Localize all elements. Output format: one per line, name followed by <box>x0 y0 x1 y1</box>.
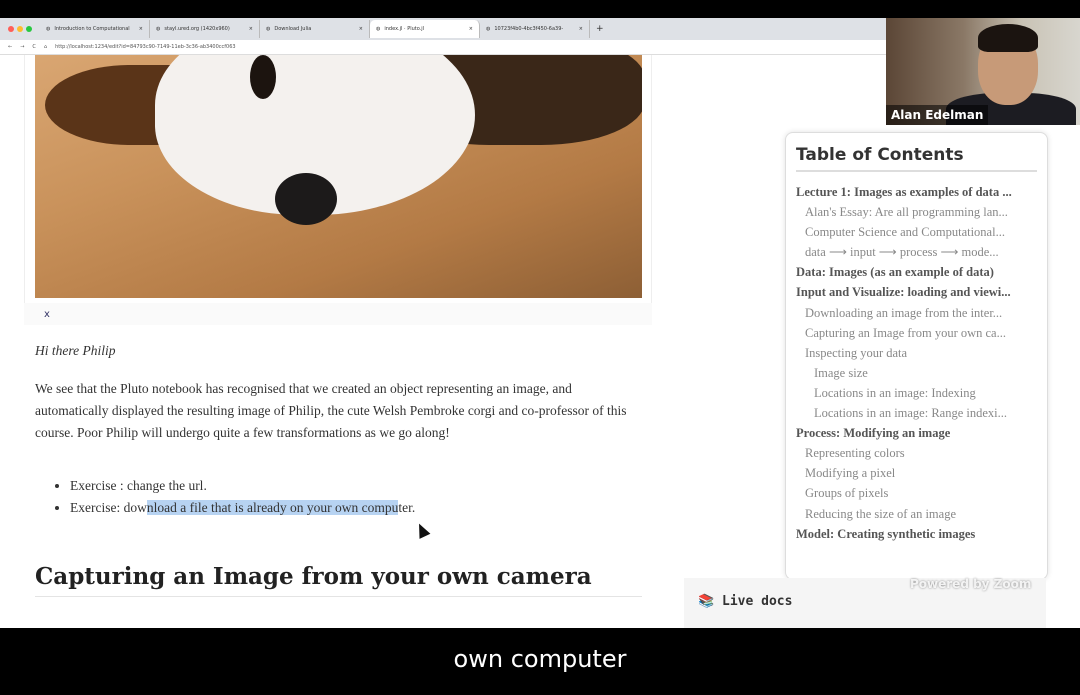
exercise-item: Exercise : change the url. <box>70 475 680 497</box>
exercise-text: Exercise: dow <box>70 500 147 515</box>
corgi-image <box>35 55 642 298</box>
close-tab-icon[interactable]: × <box>579 26 583 32</box>
table-of-contents: Table of Contents Lecture 1: Images as e… <box>785 132 1048 580</box>
subtitle-caption: own computer <box>453 645 627 673</box>
toc-item[interactable]: Computer Science and Computational... <box>796 222 1037 242</box>
globe-icon: ◍ <box>156 26 161 32</box>
close-tab-icon[interactable]: × <box>249 26 253 32</box>
browser-tab[interactable]: ◍ stayl.ured.org (1420x960) × <box>150 20 260 38</box>
tab-label: stayl.ured.org (1420x960) <box>164 26 230 32</box>
new-tab-button[interactable]: + <box>590 24 604 34</box>
notebook-page: x Hi there Philip We see that the Pluto … <box>0 55 1080 628</box>
minimize-window-button[interactable] <box>17 26 23 32</box>
zoom-watermark: Powered by Zoom <box>910 577 1032 591</box>
toc-item[interactable]: Reducing the size of an image <box>796 504 1037 524</box>
toc-item[interactable]: Locations in an image: Range indexi... <box>796 403 1037 423</box>
toc-item[interactable]: Groups of pixels <box>796 483 1037 503</box>
url-field[interactable]: http://localhost:1234/edit?id=84793c90-7… <box>55 44 236 50</box>
close-window-button[interactable] <box>8 26 14 32</box>
selected-text: nload a file that is already on your own… <box>146 500 399 515</box>
address-bar: ← → C ⌂ http://localhost:1234/edit?id=84… <box>0 40 886 55</box>
close-tab-icon[interactable]: × <box>139 26 143 32</box>
toc-item[interactable]: Alan's Essay: Are all programming lan... <box>796 202 1037 222</box>
greeting-text: Hi there Philip <box>35 343 116 358</box>
mouse-cursor <box>413 521 431 539</box>
exercise-item: Exercise: download a file that is alread… <box>70 497 680 519</box>
globe-icon: ◍ <box>46 26 51 32</box>
cell-code[interactable]: x <box>24 303 652 325</box>
toc-item[interactable]: Locations in an image: Indexing <box>796 383 1037 403</box>
toc-item[interactable]: Data: Images (as an example of data) <box>796 262 1037 282</box>
cell-code-text: x <box>44 309 50 320</box>
back-icon[interactable]: ← <box>8 44 12 50</box>
toc-item[interactable]: Capturing an Image from your own ca... <box>796 323 1037 343</box>
toc-item[interactable]: data ⟶ input ⟶ process ⟶ mode... <box>796 242 1037 262</box>
browser-tab[interactable]: ◍ index.jl · Pluto.jl × <box>370 20 480 38</box>
live-docs-label: Live docs <box>722 594 793 609</box>
toc-item[interactable]: Modifying a pixel <box>796 463 1037 483</box>
tab-label: index.jl · Pluto.jl <box>384 26 425 32</box>
exercise-text: ter. <box>398 500 416 515</box>
toc-item[interactable]: Lecture 1: Images as examples of data ..… <box>796 182 1037 202</box>
globe-icon: ◍ <box>376 26 381 32</box>
toc-item[interactable]: Downloading an image from the inter... <box>796 303 1037 323</box>
close-tab-icon[interactable]: × <box>359 26 363 32</box>
section-heading: Capturing an Image from your own camera <box>35 563 642 597</box>
globe-icon: ◍ <box>486 26 491 32</box>
browser-tab[interactable]: ◍ 10723f4b0-4bc3f450-6a39- × <box>480 20 590 38</box>
toc-item[interactable]: Process: Modifying an image <box>796 423 1037 443</box>
books-icon: 📚 <box>698 594 715 609</box>
participant-name: Alan Edelman <box>886 105 989 125</box>
participant-video: Alan Edelman <box>886 18 1080 125</box>
exercise-list: Exercise : change the url. Exercise: dow… <box>70 475 680 519</box>
tab-label: Download Julia <box>274 26 312 32</box>
toc-item[interactable]: Representing colors <box>796 443 1037 463</box>
toc-item[interactable]: Model: Creating synthetic images <box>796 524 1037 544</box>
forward-icon[interactable]: → <box>20 44 24 50</box>
toc-item[interactable]: Image size <box>796 363 1037 383</box>
reload-icon[interactable]: C <box>32 44 36 50</box>
close-tab-icon[interactable]: × <box>469 26 473 32</box>
browser-tab-bar: ◍ Introduction to Computational × ◍ stayl.ur… <box>0 18 886 40</box>
browser-tab[interactable]: ◍ Introduction to Computational × <box>40 20 150 38</box>
globe-icon: ◍ <box>266 26 271 32</box>
toc-item[interactable]: Inspecting your data <box>796 343 1037 363</box>
home-icon[interactable]: ⌂ <box>44 44 47 50</box>
browser-tab[interactable]: ◍ Download Julia × <box>260 20 370 38</box>
toc-title: Table of Contents <box>796 145 1037 172</box>
description-paragraph: We see that the Pluto notebook has recog… <box>35 381 627 440</box>
tab-label: 10723f4b0-4bc3f450-6a39- <box>494 26 564 32</box>
screen: ◍ Introduction to Computational × ◍ stayl.ur… <box>0 18 1080 628</box>
toc-item[interactable]: Input and Visualize: loading and viewi..… <box>796 282 1037 302</box>
tab-label: Introduction to Computational <box>54 26 130 32</box>
maximize-window-button[interactable] <box>26 26 32 32</box>
window-controls <box>0 26 40 32</box>
